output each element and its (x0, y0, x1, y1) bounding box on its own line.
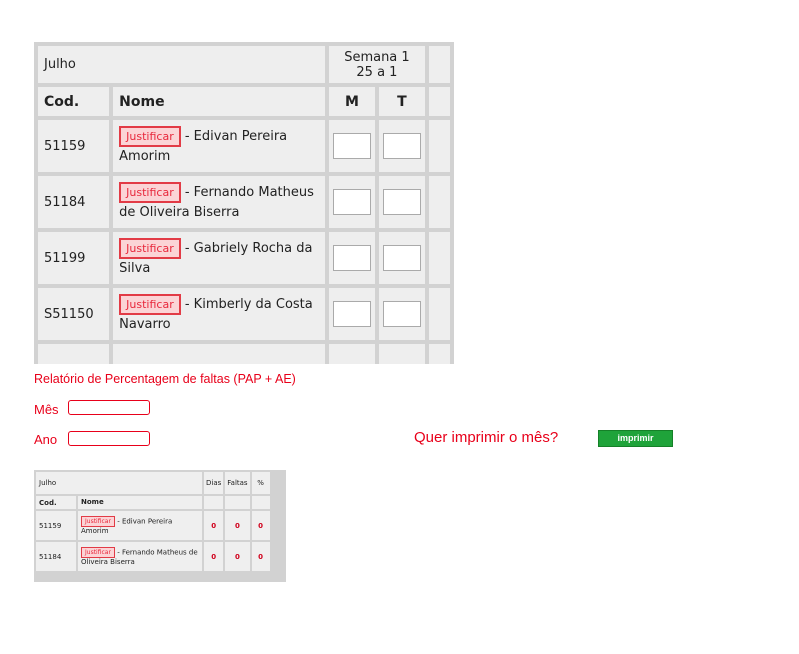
cut-cell (38, 344, 110, 364)
cut-cell (378, 344, 425, 364)
preview-dias: 0 (204, 511, 224, 540)
next-cell (428, 176, 450, 228)
week-title: Semana 1 (344, 49, 410, 65)
next-cell (428, 232, 450, 284)
preview-faltas: 0 (225, 511, 250, 540)
preview-header-row: Julho Dias Faltas % (36, 472, 270, 494)
cut-cell (428, 344, 450, 364)
preview-month-label: Julho (36, 472, 202, 494)
preview-column-nome: Nome (78, 496, 202, 509)
preview-table-container: Julho Dias Faltas % Cod. Nome 51159 Just… (34, 470, 286, 582)
justify-button[interactable]: Justificar (119, 125, 181, 147)
mes-label: Mês (34, 402, 59, 417)
table-row (38, 344, 450, 364)
preview-pct: 0 (251, 511, 270, 540)
cut-cell (113, 344, 326, 364)
afternoon-input[interactable] (382, 301, 421, 327)
next-cell (428, 120, 450, 172)
student-cell: Justificar - Fernando Matheus de Oliveir… (113, 176, 326, 228)
afternoon-cell (378, 176, 425, 228)
week-range: 25 a 1 (356, 64, 398, 80)
next-week-column (428, 46, 450, 83)
afternoon-cell (378, 120, 425, 172)
mes-input[interactable] (68, 400, 150, 415)
morning-input[interactable] (333, 133, 372, 159)
justify-button[interactable]: Justificar (119, 293, 181, 315)
student-cod: 51199 (38, 232, 110, 284)
preview-column-empty (225, 496, 250, 509)
column-header-row: Cod. Nome M T (38, 87, 450, 116)
table-row: 51184 Justificar - Fernando Matheus de O… (38, 176, 450, 228)
afternoon-cell (378, 232, 425, 284)
column-header-m: M (329, 87, 375, 116)
preview-row: 51159 Justificar - Edivan Pereira Amorim… (36, 511, 270, 540)
justify-button[interactable]: Justificar (119, 181, 181, 203)
week-header: Semana 1 25 a 1 (329, 46, 425, 83)
print-button[interactable]: imprimir (598, 430, 673, 447)
morning-input[interactable] (333, 189, 372, 215)
afternoon-cell (378, 288, 425, 340)
attendance-table-container: Julho Semana 1 25 a 1 Cod. Nome M T 5115… (34, 42, 454, 364)
table-header-row: Julho Semana 1 25 a 1 (38, 46, 450, 83)
preview-cod: 51184 (36, 542, 76, 571)
preview-header-faltas: Faltas (225, 472, 250, 494)
morning-cell (329, 288, 375, 340)
month-label: Julho (38, 46, 326, 83)
student-cell: Justificar - Kimberly da Costa Navarro (113, 288, 326, 340)
preview-header-dias: Dias (204, 472, 224, 494)
table-row: 51159 Justificar - Edivan Pereira Amorim (38, 120, 450, 172)
ano-label: Ano (34, 432, 58, 447)
column-header-nome: Nome (113, 87, 326, 116)
afternoon-input[interactable] (382, 189, 421, 215)
student-cell: Justificar - Edivan Pereira Amorim (113, 120, 326, 172)
preview-header-pct: % (251, 472, 270, 494)
cut-cell (329, 344, 375, 364)
student-cod: 51184 (38, 176, 110, 228)
preview-column-empty (204, 496, 224, 509)
preview-row: 51184 Justificar - Fernando Matheus de O… (36, 542, 270, 571)
morning-cell (329, 232, 375, 284)
ano-input[interactable] (68, 431, 150, 446)
preview-column-row: Cod. Nome (36, 496, 270, 509)
preview-pct: 0 (251, 542, 270, 571)
justify-button[interactable]: Justificar (119, 237, 181, 259)
report-title: Relatório de Percentagem de faltas (PAP … (34, 372, 296, 386)
preview-faltas: 0 (225, 542, 250, 571)
preview-justify-button[interactable]: Justificar (81, 546, 115, 558)
column-header-cod: Cod. (38, 87, 110, 116)
afternoon-input[interactable] (382, 133, 421, 159)
attendance-table: Julho Semana 1 25 a 1 Cod. Nome M T 5115… (34, 42, 454, 364)
preview-column-empty (251, 496, 270, 509)
preview-dias: 0 (204, 542, 224, 571)
preview-student-cell: Justificar - Edivan Pereira Amorim (78, 511, 202, 540)
column-header-next (428, 87, 450, 116)
morning-cell (329, 120, 375, 172)
preview-student-cell: Justificar - Fernando Matheus de Oliveir… (78, 542, 202, 571)
column-header-t: T (378, 87, 425, 116)
preview-table: Julho Dias Faltas % Cod. Nome 51159 Just… (34, 470, 272, 573)
student-cell: Justificar - Gabriely Rocha da Silva (113, 232, 326, 284)
print-question: Quer imprimir o mês? (414, 429, 559, 446)
table-row: S51150 Justificar - Kimberly da Costa Na… (38, 288, 450, 340)
preview-justify-button[interactable]: Justificar (81, 515, 115, 527)
preview-cod: 51159 (36, 511, 76, 540)
student-cod: 51159 (38, 120, 110, 172)
morning-input[interactable] (333, 245, 372, 271)
student-cod: S51150 (38, 288, 110, 340)
morning-input[interactable] (333, 301, 372, 327)
table-row: 51199 Justificar - Gabriely Rocha da Sil… (38, 232, 450, 284)
afternoon-input[interactable] (382, 245, 421, 271)
morning-cell (329, 176, 375, 228)
next-cell (428, 288, 450, 340)
preview-column-cod: Cod. (36, 496, 76, 509)
